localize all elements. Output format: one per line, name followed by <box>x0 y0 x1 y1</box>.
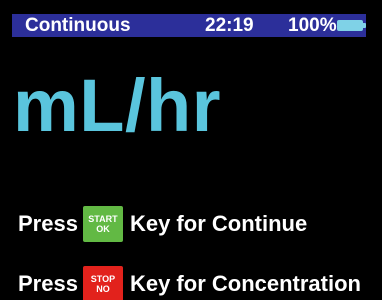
battery-full-icon <box>337 20 366 31</box>
status-bar: Continuous 22:19 100% <box>12 14 366 37</box>
stop-no-key[interactable]: STOP NO <box>82 266 123 300</box>
start-key-label: START <box>88 214 118 224</box>
clock-time: 22:19 <box>205 15 254 36</box>
press-label: Press <box>18 271 78 296</box>
ok-key-label: OK <box>96 224 110 234</box>
concentration-instruction: Press STOP NO Key for Concentration <box>18 266 361 300</box>
flow-rate-unit: mL/hr <box>13 64 222 147</box>
start-ok-key[interactable]: START OK <box>82 206 123 242</box>
press-label: Press <box>18 211 78 236</box>
concentration-label: Key for Concentration <box>129 271 361 296</box>
pump-screen: Continuous 22:19 100% mL/hr Press START … <box>0 0 382 300</box>
continue-label: Key for Continue <box>129 211 308 236</box>
stop-key-label: STOP <box>90 274 116 284</box>
no-key-label: NO <box>96 284 110 294</box>
battery-percentage: 100% <box>288 15 337 36</box>
mode-label: Continuous <box>25 15 131 36</box>
continue-instruction: Press START OK Key for Continue <box>18 206 307 242</box>
